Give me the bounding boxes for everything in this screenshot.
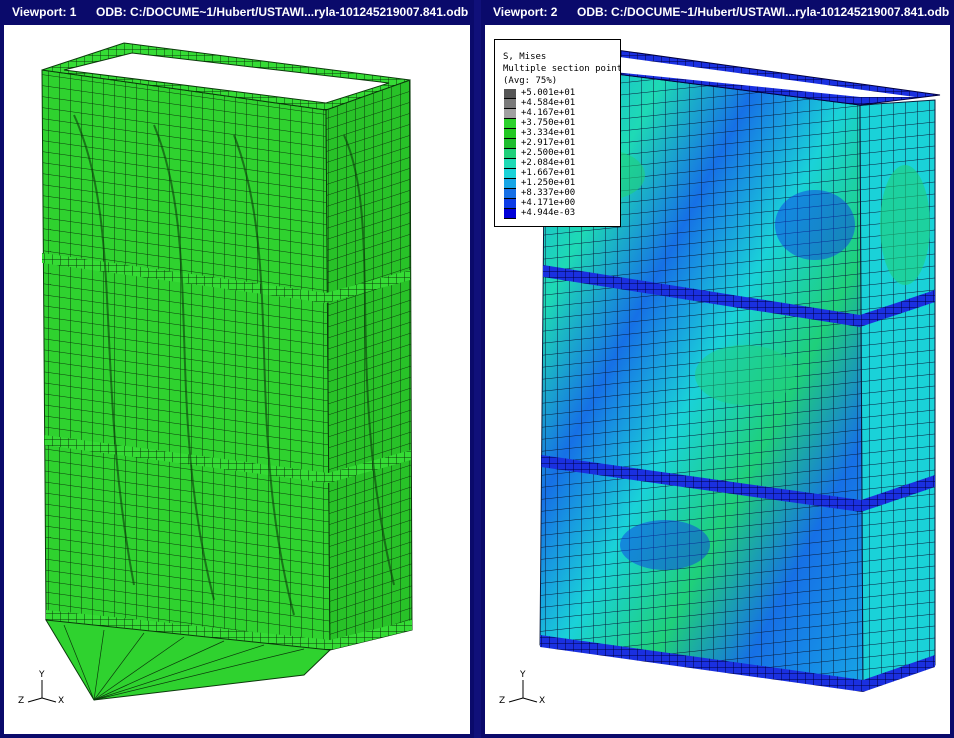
legend-value: +2.917e+01 [521,138,576,148]
viewport-2-odb-path: ODB: C:/DOCUME~1/Hubert/USTAWI...ryla-10… [577,5,950,19]
viewport-1-canvas[interactable]: Y Z X [4,25,470,734]
legend-value: +5.001e+01 [521,88,576,98]
legend-value: +4.167e+01 [521,108,576,118]
legend-swatch [504,89,516,99]
legend-swatch [504,149,516,159]
axis-z-label: Z [18,696,25,706]
legend-entries: +5.001e+01 +4.584e+01 +4.167e+01 +3.750e… [504,88,620,219]
legend-value: +3.334e+01 [521,128,576,138]
legend-swatch [504,169,516,179]
viewport-2-label: Viewport: 2 [493,5,558,19]
contour-legend[interactable]: S, Mises Multiple section points (Avg: 7… [494,39,621,227]
viewport-1-odb-path: ODB: C:/DOCUME~1/Hubert/USTAWI...ryla-10… [96,5,469,19]
legend-average: (Avg: 75%) [503,76,558,86]
legend-value: +1.250e+01 [521,178,576,188]
model-render-undeformed [41,42,413,701]
legend-swatch [504,129,516,139]
legend-title: S, Mises [503,52,547,62]
axis-z-label: Z [499,696,506,706]
viewport-1-titlebar[interactable]: Viewport: 1 ODB: C:/DOCUME~1/Hubert/USTA… [0,0,474,25]
legend-value: +4.944e-03 [521,208,576,218]
legend-subtitle: Multiple section points [503,64,621,74]
legend-value: +1.667e+01 [521,168,576,178]
axis-triad: Y Z X [18,670,68,710]
legend-value: +4.584e+01 [521,98,576,108]
viewport-1[interactable]: Viewport: 1 ODB: C:/DOCUME~1/Hubert/USTA… [0,0,474,738]
legend-value: +3.750e+01 [521,118,576,128]
legend-value: +4.171e+00 [521,198,576,208]
legend-swatch [504,209,516,219]
viewport-divider [474,0,481,738]
viewport-1-label: Viewport: 1 [12,5,77,19]
legend-swatch [504,159,516,169]
axis-triad: Y Z X [499,670,549,710]
axis-x-label: X [58,696,65,706]
legend-value: +2.500e+01 [521,148,576,158]
viewport-2-canvas[interactable]: S, Mises Multiple section points (Avg: 7… [485,25,950,734]
viewport-2-titlebar[interactable]: Viewport: 2 ODB: C:/DOCUME~1/Hubert/USTA… [481,0,954,25]
legend-entry: +4.944e-03 [504,208,620,219]
axis-y-label: Y [39,670,45,680]
axis-x-label: X [539,696,546,706]
viewport-2[interactable]: Viewport: 2 ODB: C:/DOCUME~1/Hubert/USTA… [481,0,954,738]
legend-swatch [504,119,516,129]
legend-swatch [504,109,516,119]
legend-value: +2.084e+01 [521,158,576,168]
legend-value: +8.337e+00 [521,188,576,198]
legend-swatch [504,189,516,199]
legend-swatch [504,139,516,149]
legend-swatch [504,179,516,189]
legend-swatch [504,99,516,109]
front-face [41,69,331,651]
axis-y-label: Y [520,670,526,680]
legend-swatch [504,199,516,209]
side-face [325,79,413,651]
